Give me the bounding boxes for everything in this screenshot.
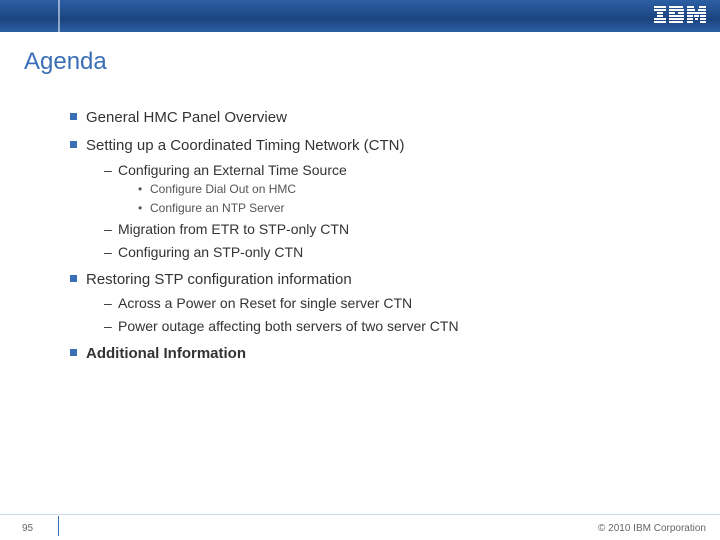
square-bullet-icon [70, 141, 77, 148]
agenda-subitem: Across a Power on Reset for single serve… [104, 294, 690, 313]
agenda-item: Setting up a Coordinated Timing Network … [70, 136, 690, 156]
agenda-subitem-label: Configuring an External Time Source [118, 162, 347, 178]
agenda-content: General HMC Panel Overview Setting up a … [70, 100, 690, 368]
agenda-item: Additional Information [70, 344, 690, 364]
agenda-subsubitem: Configure Dial Out on HMC [138, 181, 690, 197]
ibm-logo [654, 6, 706, 24]
footer-line [0, 514, 720, 515]
agenda-subitem-label: Migration from ETR to STP-only CTN [118, 221, 349, 237]
agenda-subitem-label: Across a Power on Reset for single serve… [118, 295, 412, 311]
square-bullet-icon [70, 275, 77, 282]
agenda-subsubitem-label: Configure Dial Out on HMC [150, 182, 296, 196]
header-divider [58, 0, 60, 32]
agenda-item: Restoring STP configuration information [70, 270, 690, 290]
agenda-subitem: Configuring an External Time Source [104, 161, 690, 180]
header-bar [0, 0, 720, 32]
footer: 95 © 2010 IBM Corporation [0, 514, 720, 540]
agenda-subitem: Configuring an STP-only CTN [104, 243, 690, 262]
agenda-subitem-label: Power outage affecting both servers of t… [118, 318, 459, 334]
agenda-item-label: Restoring STP configuration information [86, 271, 352, 288]
agenda-subsubitem-label: Configure an NTP Server [150, 201, 285, 215]
agenda-subsubitem: Configure an NTP Server [138, 200, 690, 216]
agenda-item-label: Setting up a Coordinated Timing Network … [86, 137, 404, 154]
agenda-subitem-label: Configuring an STP-only CTN [118, 244, 303, 260]
agenda-subitem: Migration from ETR to STP-only CTN [104, 220, 690, 239]
square-bullet-icon [70, 113, 77, 120]
page-number: 95 [22, 523, 33, 534]
copyright-text: © 2010 IBM Corporation [598, 523, 706, 534]
footer-divider [58, 516, 59, 536]
agenda-subitem: Power outage affecting both servers of t… [104, 317, 690, 336]
square-bullet-icon [70, 349, 77, 356]
agenda-item: General HMC Panel Overview [70, 108, 690, 128]
agenda-item-label: Additional Information [86, 345, 246, 362]
page-title: Agenda [24, 48, 107, 76]
agenda-item-label: General HMC Panel Overview [86, 109, 287, 126]
